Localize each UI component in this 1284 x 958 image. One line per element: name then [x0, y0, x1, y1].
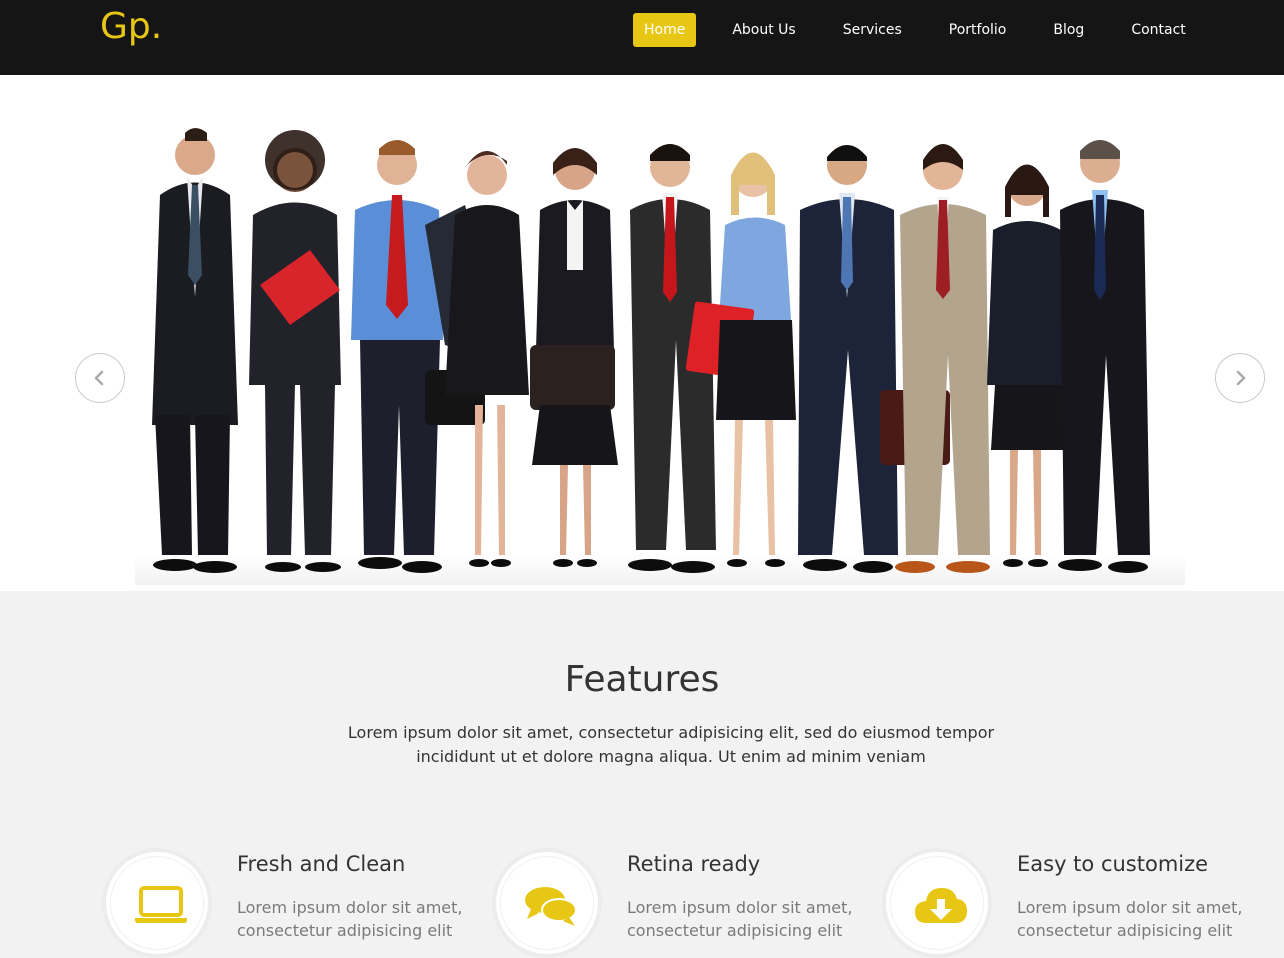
slider-next-button[interactable] — [1215, 353, 1265, 403]
chat-bubbles-icon — [525, 887, 577, 926]
feature-title: Retina ready — [627, 852, 761, 876]
hero-image-business-team — [135, 128, 1185, 585]
feature-text: Lorem ipsum dolor sit amet, consectetur … — [237, 898, 463, 940]
nav-blog[interactable]: Blog — [1042, 13, 1095, 47]
chevron-right-icon — [1236, 370, 1246, 386]
feature-text: Lorem ipsum dolor sit amet, consectetur … — [627, 898, 853, 940]
feature-icon-circle — [492, 848, 602, 958]
feature-item: Fresh and Clean Lorem ipsum dolor sit am… — [102, 848, 482, 958]
nav-home[interactable]: Home — [633, 13, 697, 47]
feature-item: Retina ready Lorem ipsum dolor sit amet,… — [492, 848, 872, 958]
person-figure — [1058, 140, 1150, 573]
feature-title: Fresh and Clean — [237, 852, 406, 876]
nav-about-us[interactable]: About Us — [721, 13, 806, 47]
feature-text: Lorem ipsum dolor sit amet, consectetur … — [1017, 898, 1243, 940]
feature-icon-circle — [102, 848, 212, 958]
cloud-download-icon — [915, 888, 967, 923]
person-figure — [249, 130, 341, 572]
features-description: Lorem ipsum dolor sit amet, consectetur … — [347, 723, 995, 766]
person-figure — [987, 164, 1069, 567]
laptop-icon — [135, 886, 187, 923]
feature-title: Easy to customize — [1017, 852, 1209, 876]
feature-icon-circle — [882, 848, 992, 958]
top-navbar: Gp. Home About Us Services Portfolio Blo… — [0, 0, 1284, 75]
nav-portfolio[interactable]: Portfolio — [938, 13, 1018, 47]
main-nav: Home About Us Services Portfolio Blog Co… — [633, 13, 1197, 47]
person-figure — [895, 144, 990, 573]
person-figure — [530, 148, 618, 567]
slider-prev-button[interactable] — [75, 353, 125, 403]
person-figure — [152, 128, 238, 573]
chevron-left-icon — [94, 370, 104, 386]
nav-contact[interactable]: Contact — [1120, 13, 1196, 47]
site-logo[interactable]: Gp. — [100, 6, 162, 47]
nav-services[interactable]: Services — [832, 13, 913, 47]
feature-item: Easy to customize Lorem ipsum dolor sit … — [882, 848, 1262, 958]
features-section: Features Lorem ipsum dolor sit amet, con… — [0, 591, 1284, 958]
features-heading: Features — [564, 659, 720, 700]
hero-slider — [0, 75, 1284, 591]
